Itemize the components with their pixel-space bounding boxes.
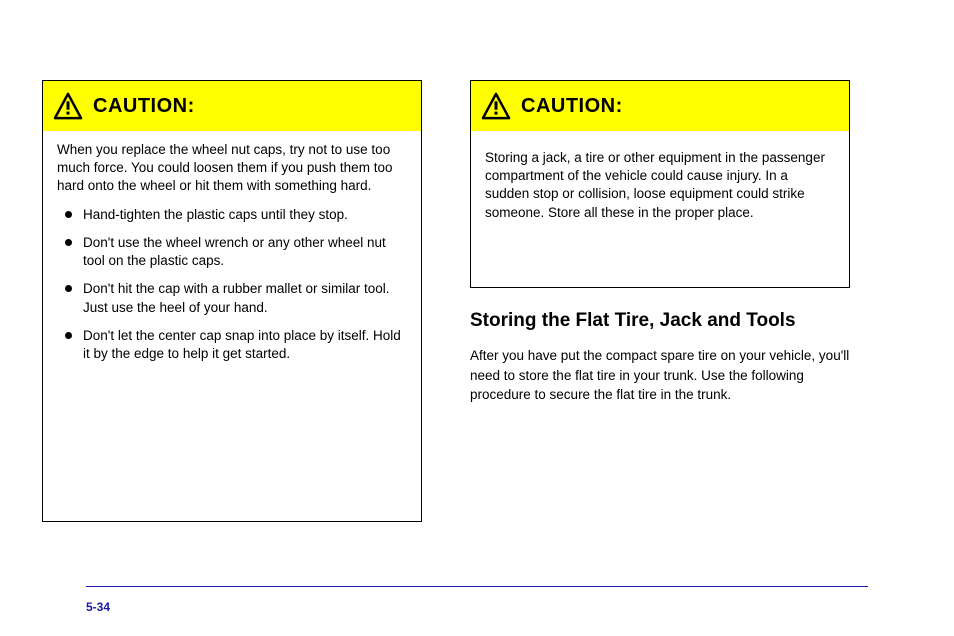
caution-list-item: Don't let the center cap snap into place… bbox=[61, 327, 407, 363]
caution-list-left: Hand-tighten the plastic caps until they… bbox=[57, 206, 407, 364]
page-root: CAUTION: When you replace the wheel nut … bbox=[0, 0, 954, 636]
caution-list-item: Hand-tighten the plastic caps until they… bbox=[61, 206, 407, 224]
caution-label-right: CAUTION: bbox=[521, 95, 623, 118]
section-area: Storing the Flat Tire, Jack and Tools Af… bbox=[470, 310, 850, 405]
caution-label-left: CAUTION: bbox=[93, 95, 195, 118]
caution-list-item: Don't hit the cap with a rubber mallet o… bbox=[61, 280, 407, 316]
caution-list-item: Don't use the wheel wrench or any other … bbox=[61, 234, 407, 270]
caution-body-right: Storing a jack, a tire or other equipmen… bbox=[471, 131, 849, 236]
caution-box-left: CAUTION: When you replace the wheel nut … bbox=[42, 80, 422, 522]
warning-triangle-icon bbox=[53, 92, 83, 120]
caution-text-right: Storing a jack, a tire or other equipmen… bbox=[485, 149, 835, 222]
caution-body-left: When you replace the wheel nut caps, try… bbox=[43, 131, 421, 387]
caution-box-right: CAUTION: Storing a jack, a tire or other… bbox=[470, 80, 850, 288]
page-number: 5-34 bbox=[86, 600, 110, 614]
section-heading: Storing the Flat Tire, Jack and Tools bbox=[470, 310, 850, 332]
caution-header-left: CAUTION: bbox=[43, 81, 421, 131]
section-paragraph: After you have put the compact spare tir… bbox=[470, 346, 850, 405]
caution-intro-left: When you replace the wheel nut caps, try… bbox=[57, 141, 407, 196]
footer-rule bbox=[86, 586, 868, 587]
caution-header-right: CAUTION: bbox=[471, 81, 849, 131]
warning-triangle-icon bbox=[481, 92, 511, 120]
